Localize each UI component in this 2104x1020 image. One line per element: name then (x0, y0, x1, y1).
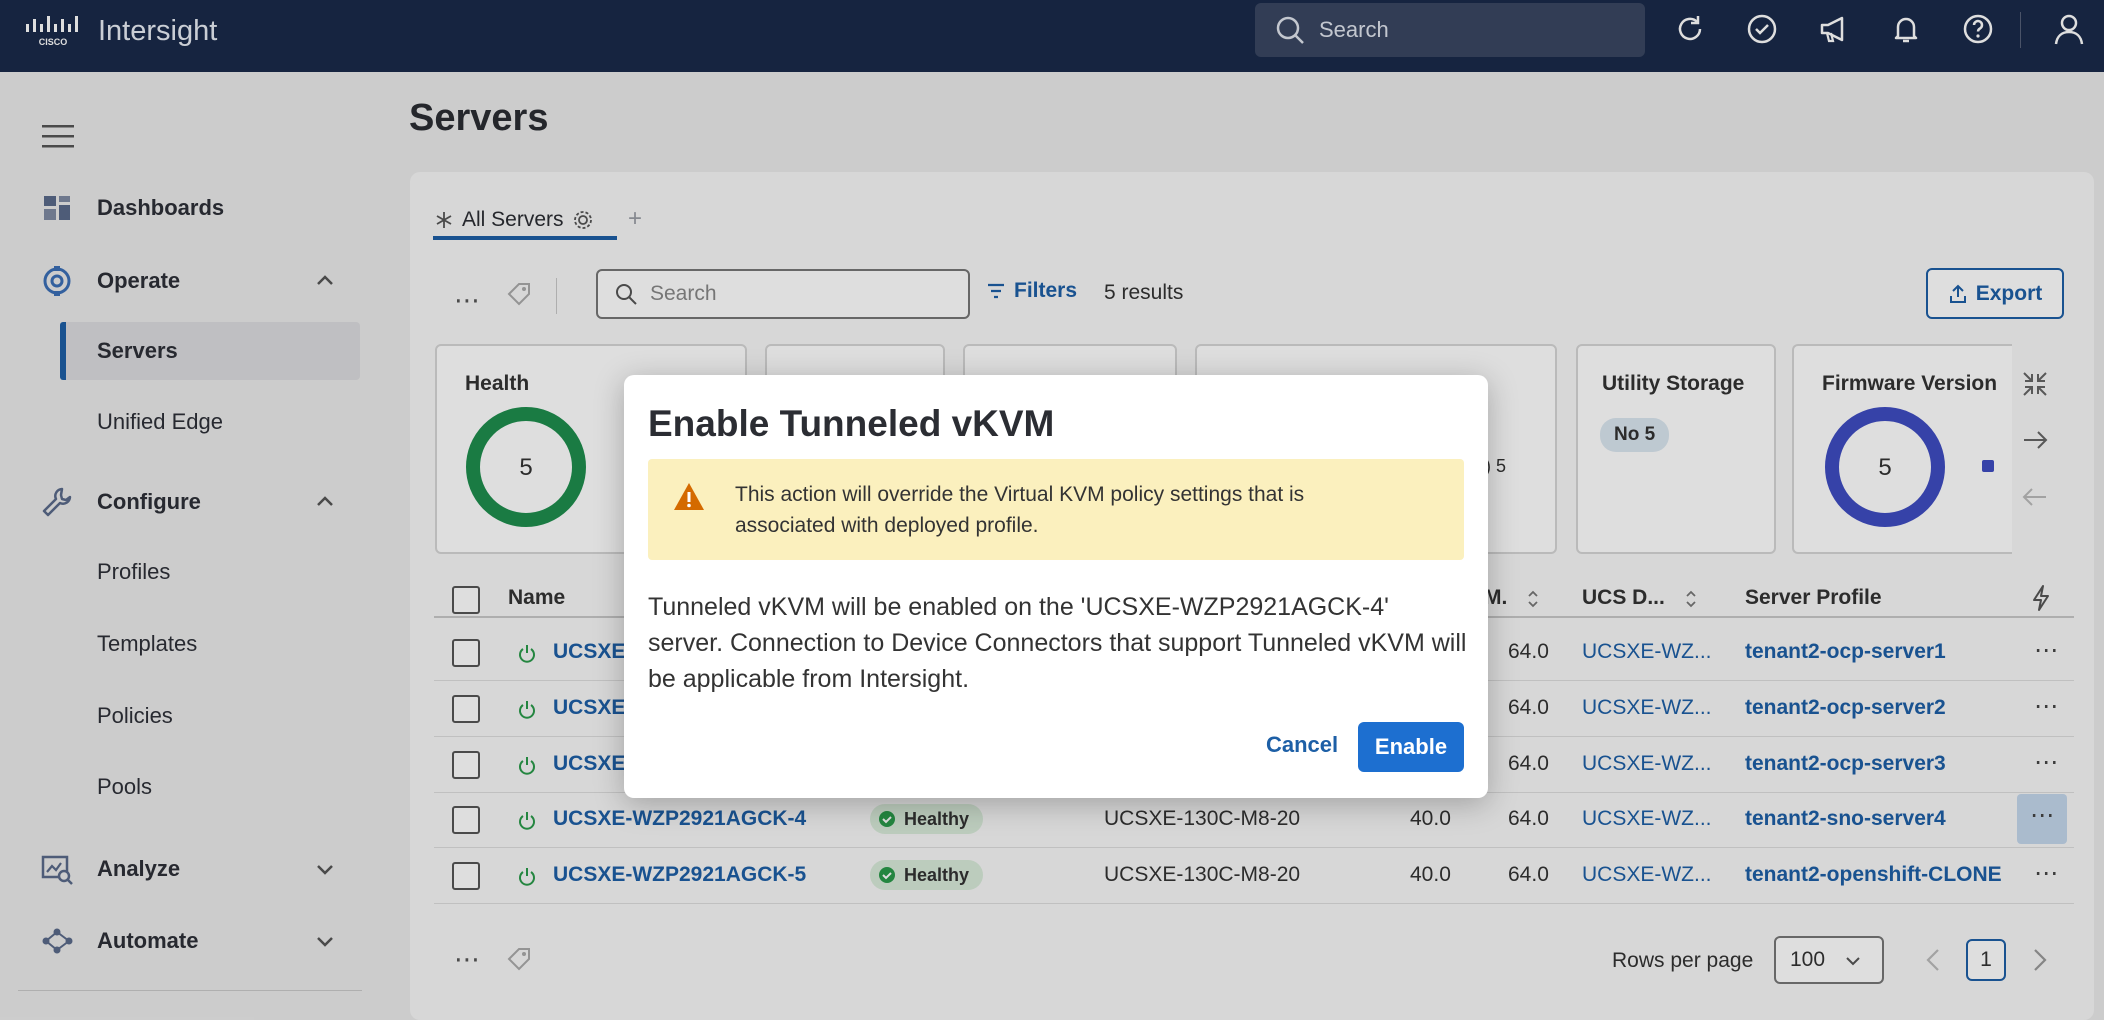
cancel-button[interactable]: Cancel (1258, 720, 1346, 770)
warning-icon (674, 483, 704, 510)
warning-text: This action will override the Virtual KV… (735, 483, 1305, 537)
warning-banner: This action will override the Virtual KV… (648, 459, 1464, 560)
dialog-body: Tunneled vKVM will be enabled on the 'UC… (648, 593, 1467, 693)
dialog-title: Enable Tunneled vKVM (648, 403, 1055, 444)
enable-button[interactable]: Enable (1358, 722, 1464, 772)
enable-tunneled-vkvm-dialog: Enable Tunneled vKVM This action will ov… (624, 375, 1488, 798)
